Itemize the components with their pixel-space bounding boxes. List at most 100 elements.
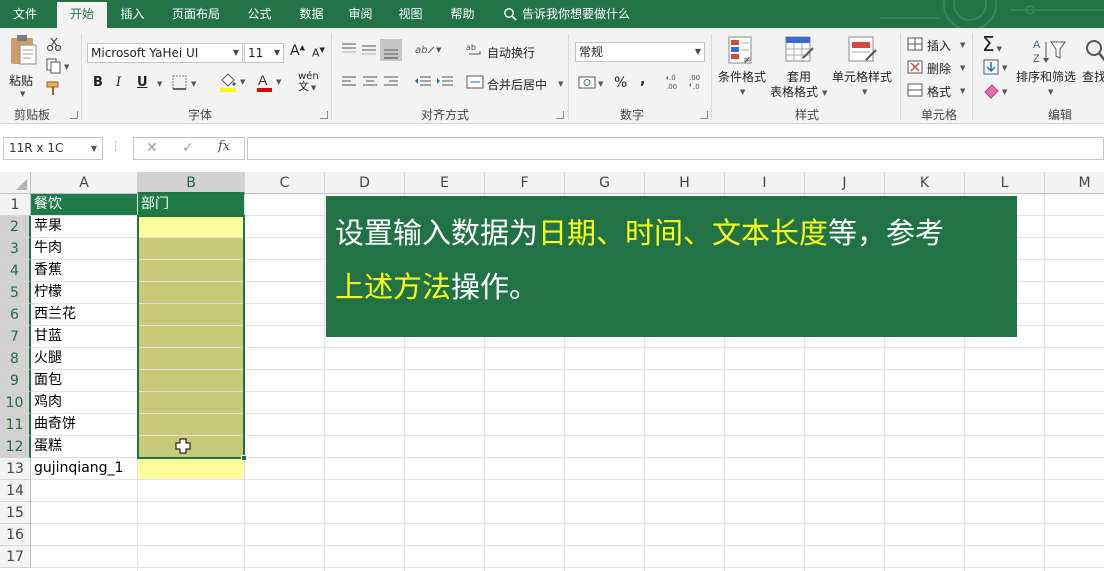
- row-header-2[interactable]: 2: [0, 216, 31, 238]
- row-header-5[interactable]: 5: [0, 282, 31, 304]
- accounting-format-icon[interactable]: ▼: [578, 74, 606, 92]
- insert-cells-button[interactable]: 插入: [927, 37, 951, 54]
- find-select-button[interactable]: 查找: [1080, 34, 1104, 104]
- orientation-icon[interactable]: ab ▼: [414, 41, 444, 57]
- tab-data[interactable]: 数据: [289, 0, 334, 28]
- select-all-button[interactable]: [0, 172, 31, 194]
- format-cells-button[interactable]: 格式: [927, 83, 951, 100]
- shrink-font-button[interactable]: A▼: [312, 46, 325, 60]
- tab-help[interactable]: 帮助: [440, 0, 485, 28]
- row-header-11[interactable]: 11: [0, 414, 31, 436]
- increase-decimal-icon[interactable]: .0.00: [665, 73, 683, 91]
- insert-function-button[interactable]: fx: [218, 139, 230, 154]
- delete-dropdown-caret[interactable]: ▼: [960, 64, 965, 72]
- tab-view[interactable]: 视图: [388, 0, 433, 28]
- percent-button[interactable]: %: [614, 75, 627, 91]
- decrease-indent-icon[interactable]: [414, 75, 432, 89]
- tab-page-layout[interactable]: 页面布局: [163, 0, 229, 28]
- row-header-16[interactable]: 16: [0, 524, 31, 546]
- cell-a3[interactable]: 牛肉: [31, 238, 137, 259]
- insert-dropdown-caret[interactable]: ▼: [960, 41, 965, 49]
- row-header-15[interactable]: 15: [0, 502, 31, 524]
- align-bottom-button[interactable]: [380, 39, 402, 61]
- conditional-formatting-button[interactable]: ≠ 条件格式 ▼: [716, 34, 768, 104]
- comma-button[interactable]: ,: [640, 72, 645, 88]
- tell-me-search[interactable]: 告诉我你想要做什么: [503, 0, 630, 28]
- name-box[interactable]: 11R x 1C ▼: [3, 137, 103, 160]
- fill-icon[interactable]: ▼: [983, 59, 1013, 77]
- cell-a13[interactable]: gujinqiang_1: [31, 458, 137, 479]
- column-header-h[interactable]: H: [645, 172, 725, 194]
- format-dropdown-caret[interactable]: ▼: [960, 87, 965, 95]
- cell-b10[interactable]: [138, 392, 244, 413]
- cell-b1[interactable]: 部门: [138, 194, 244, 215]
- column-header-d[interactable]: D: [325, 172, 405, 194]
- underline-button[interactable]: U: [137, 75, 148, 90]
- italic-button[interactable]: I: [116, 75, 121, 90]
- sort-filter-button[interactable]: AZ 排序和筛选 ▼: [1016, 34, 1086, 104]
- cancel-entry-button[interactable]: ✕: [146, 140, 158, 156]
- column-header-e[interactable]: E: [405, 172, 485, 194]
- font-size-select[interactable]: 11 ▼: [244, 43, 284, 63]
- row-header-1[interactable]: 1: [0, 194, 31, 216]
- format-as-table-button[interactable]: 套用 表格格式 ▼: [770, 34, 828, 104]
- wrap-text-button[interactable]: 自动换行: [487, 44, 535, 61]
- alignment-launcher[interactable]: [556, 111, 564, 119]
- cell-a7[interactable]: 甘蓝: [31, 326, 137, 347]
- column-header-f[interactable]: F: [485, 172, 565, 194]
- font-name-select[interactable]: Microsoft YaHei UI ▼: [87, 43, 243, 63]
- formula-input[interactable]: [247, 137, 1104, 160]
- cell-b12[interactable]: [138, 436, 244, 457]
- row-header-8[interactable]: 8: [0, 348, 31, 370]
- copy-icon[interactable]: ▼: [46, 58, 72, 74]
- phonetic-guide-button[interactable]: wén 文 ▼: [298, 72, 319, 93]
- column-header-l[interactable]: L: [965, 172, 1045, 194]
- cell-a11[interactable]: 曲奇饼: [31, 414, 137, 435]
- number-format-select[interactable]: 常规 ▼: [575, 42, 705, 62]
- row-header-17[interactable]: 17: [0, 546, 31, 568]
- fill-color-icon[interactable]: ▼: [218, 72, 248, 94]
- cell-b9[interactable]: [138, 370, 244, 391]
- column-header-k[interactable]: K: [885, 172, 965, 194]
- row-header-4[interactable]: 4: [0, 260, 31, 282]
- cell-b5[interactable]: [138, 282, 244, 303]
- cell-b13[interactable]: [138, 458, 244, 479]
- column-header-m[interactable]: M: [1045, 172, 1104, 194]
- clear-icon[interactable]: ▼: [983, 82, 1013, 100]
- decrease-decimal-icon[interactable]: .00.0: [688, 73, 706, 91]
- row-header-14[interactable]: 14: [0, 480, 31, 502]
- formula-bar-resize-handle[interactable]: · · ·: [114, 139, 117, 157]
- tab-insert[interactable]: 插入: [110, 0, 155, 28]
- column-header-b[interactable]: B: [138, 172, 245, 194]
- cell-a5[interactable]: 柠檬: [31, 282, 137, 303]
- font-launcher[interactable]: [320, 111, 328, 119]
- column-header-j[interactable]: J: [805, 172, 885, 194]
- row-header-6[interactable]: 6: [0, 304, 31, 326]
- grow-font-button[interactable]: A▲: [290, 43, 305, 59]
- format-painter-icon[interactable]: [46, 80, 62, 96]
- merge-center-icon[interactable]: [466, 75, 484, 89]
- column-header-a[interactable]: A: [31, 172, 138, 194]
- fill-handle[interactable]: [241, 455, 247, 461]
- row-header-13[interactable]: 13: [0, 458, 31, 480]
- borders-icon[interactable]: ▼: [172, 75, 202, 91]
- cell-b3[interactable]: [138, 238, 244, 259]
- bold-button[interactable]: B: [93, 75, 103, 90]
- tab-review[interactable]: 审阅: [338, 0, 383, 28]
- cut-icon[interactable]: [46, 36, 62, 52]
- column-header-g[interactable]: G: [565, 172, 645, 194]
- column-header-i[interactable]: I: [725, 172, 805, 194]
- merge-dropdown-caret[interactable]: ▼: [558, 80, 563, 88]
- cell-a9[interactable]: 面包: [31, 370, 137, 391]
- cell-b6[interactable]: [138, 304, 244, 325]
- clipboard-launcher[interactable]: [70, 111, 78, 119]
- cell-b7[interactable]: [138, 326, 244, 347]
- cell-b2[interactable]: [138, 216, 244, 237]
- confirm-entry-button[interactable]: ✓: [182, 140, 194, 156]
- tab-file[interactable]: 文件: [0, 0, 50, 28]
- align-top-icon[interactable]: [341, 42, 357, 56]
- merge-center-button[interactable]: 合并后居中: [487, 76, 547, 93]
- cell-b11[interactable]: [138, 414, 244, 435]
- cell-a10[interactable]: 鸡肉: [31, 392, 137, 413]
- delete-cells-button[interactable]: 删除: [927, 60, 951, 77]
